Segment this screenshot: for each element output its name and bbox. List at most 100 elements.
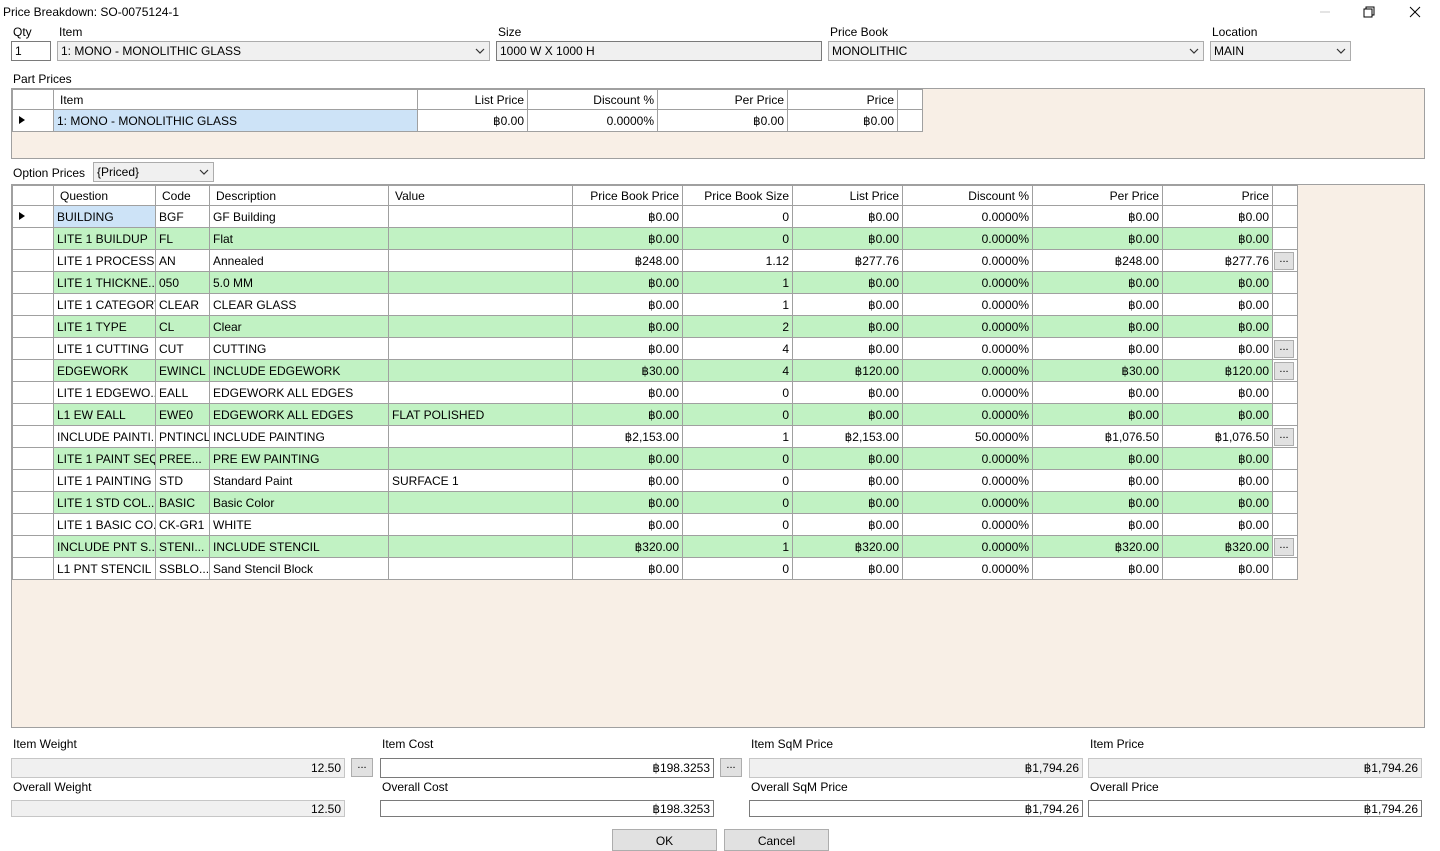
cell-per-price[interactable]: ฿0.00 [1032, 403, 1163, 426]
cell-description[interactable]: EDGEWORK ALL EDGES [209, 381, 389, 404]
cell-code[interactable]: CUT [155, 337, 210, 360]
cell-per-price[interactable]: ฿0.00 [1032, 491, 1163, 514]
cell-list-price[interactable]: ฿320.00 [792, 535, 903, 558]
cell-price-book-price[interactable]: ฿0.00 [572, 513, 683, 536]
row-selector[interactable] [12, 557, 54, 580]
cell-description[interactable]: GF Building [209, 205, 389, 228]
cell-per-price[interactable]: ฿0.00 [1032, 469, 1163, 492]
cell-price-book-size[interactable]: 0 [682, 447, 793, 470]
option-filter-select[interactable]: {Priced} [93, 162, 214, 182]
cell-value[interactable] [388, 227, 573, 250]
cell-price-book-price[interactable]: ฿0.00 [572, 381, 683, 404]
cell-price-book-size[interactable]: 0 [682, 491, 793, 514]
cell-price-book-size[interactable]: 1 [682, 425, 793, 448]
cell-list-price[interactable]: ฿0.00 [792, 491, 903, 514]
col-header-question[interactable]: Question [53, 185, 156, 206]
cell-price-book-price[interactable]: ฿0.00 [572, 557, 683, 580]
row-selector[interactable] [12, 425, 54, 448]
cell-question[interactable]: LITE 1 BASIC CO... [53, 513, 156, 536]
cell-list-price[interactable]: ฿0.00 [792, 469, 903, 492]
cell-code[interactable]: CK-GR1 [155, 513, 210, 536]
cell-code[interactable]: EWE0 [155, 403, 210, 426]
cell-description[interactable]: CLEAR GLASS [209, 293, 389, 316]
cell-value[interactable] [388, 447, 573, 470]
cell-list-price[interactable]: ฿0.00 [792, 557, 903, 580]
cell-price[interactable]: ฿320.00 [1162, 535, 1273, 558]
cell-list-price[interactable]: ฿0.00 [792, 227, 903, 250]
row-selector[interactable] [12, 293, 54, 316]
cell-question[interactable]: LITE 1 CUTTING [53, 337, 156, 360]
cell-price[interactable]: ฿1,076.50 [1162, 425, 1273, 448]
cell-question[interactable]: L1 PNT STENCIL [53, 557, 156, 580]
cell-price-book-price[interactable]: ฿0.00 [572, 337, 683, 360]
cell-discount[interactable]: 0.0000% [902, 337, 1033, 360]
cell-discount[interactable]: 0.0000% [902, 513, 1033, 536]
row-ellipsis-button[interactable]: ... [1274, 362, 1294, 380]
cell-discount[interactable]: 50.0000% [902, 425, 1033, 448]
cell-discount[interactable]: 0.0000% [902, 359, 1033, 382]
row-selector[interactable] [12, 513, 54, 536]
cell-value[interactable] [388, 557, 573, 580]
cell-question[interactable]: LITE 1 BUILDUP [53, 227, 156, 250]
table-row[interactable]: INCLUDE PNT S... STENI... INCLUDE STENCIL ฿… [12, 535, 1298, 558]
col-header-per-price[interactable]: Per Price [1032, 185, 1163, 206]
cell-question[interactable]: LITE 1 STD COL... [53, 491, 156, 514]
cell-per-price[interactable]: ฿0.00 [1032, 381, 1163, 404]
cell-price[interactable]: ฿0.00 [1162, 227, 1273, 250]
table-row[interactable]: INCLUDE PAINTI... PNTINCL INCLUDE PAINTING… [12, 425, 1298, 448]
cell-price-book-size[interactable]: 0 [682, 403, 793, 426]
cell-price[interactable]: ฿0.00 [1162, 469, 1273, 492]
table-row[interactable]: LITE 1 CUTTING CUT CUTTING ฿0.00 4 ฿0.00 0.000… [12, 337, 1298, 360]
cell-description[interactable]: INCLUDE STENCIL [209, 535, 389, 558]
cell-value[interactable] [388, 249, 573, 272]
cell-price[interactable]: ฿0.00 [1162, 271, 1273, 294]
row-selector[interactable] [12, 271, 54, 294]
price-book-select[interactable]: MONOLITHIC [828, 41, 1204, 61]
col-header-list-price[interactable]: List Price [792, 185, 903, 206]
item-sqm-price-field[interactable]: ฿1,794.26 [749, 758, 1083, 778]
item-cost-field[interactable]: ฿198.3253 [380, 758, 714, 778]
cell-per-price[interactable]: ฿0.00 [1032, 557, 1163, 580]
row-selector[interactable] [12, 227, 54, 250]
cell-item[interactable]: 1: MONO - MONOLITHIC GLASS [53, 109, 418, 132]
cell-description[interactable]: PRE EW PAINTING [209, 447, 389, 470]
table-row[interactable]: 1: MONO - MONOLITHIC GLASS ฿0.00 0.0000%… [12, 109, 923, 132]
cell-price-book-price[interactable]: ฿0.00 [572, 205, 683, 228]
row-selector[interactable] [12, 491, 54, 514]
cell-discount[interactable]: 0.0000% [902, 293, 1033, 316]
row-ellipsis-button[interactable]: ... [1274, 252, 1294, 270]
cell-price-book-price[interactable]: ฿0.00 [572, 447, 683, 470]
cell-list-price[interactable]: ฿277.76 [792, 249, 903, 272]
cell-list-price[interactable]: ฿0.00 [792, 513, 903, 536]
cell-discount[interactable]: 0.0000% [902, 469, 1033, 492]
cell-price[interactable]: ฿0.00 [1162, 403, 1273, 426]
cell-description[interactable]: EDGEWORK ALL EDGES [209, 403, 389, 426]
cell-price-book-size[interactable]: 1 [682, 535, 793, 558]
cell-per-price[interactable]: ฿0.00 [1032, 293, 1163, 316]
cell-value[interactable] [388, 205, 573, 228]
table-row[interactable]: LITE 1 BUILDUP FL Flat ฿0.00 0 ฿0.00 0.0000% ฿0… [12, 227, 1298, 250]
table-row[interactable]: LITE 1 STD COL... BASIC Basic Color ฿0.00 0 ฿… [12, 491, 1298, 514]
table-row[interactable]: LITE 1 PAINT SEQ PREE... PRE EW PAINTING ฿0… [12, 447, 1298, 470]
row-selector[interactable] [12, 249, 54, 272]
col-header-price[interactable]: Price [1162, 185, 1273, 206]
cell-per-price[interactable]: ฿0.00 [1032, 271, 1163, 294]
cell-price[interactable]: ฿0.00 [1162, 205, 1273, 228]
table-row[interactable]: L1 EW EALL EWE0 EDGEWORK ALL EDGES FLAT POL… [12, 403, 1298, 426]
row-selector[interactable] [12, 535, 54, 558]
row-selector[interactable] [12, 447, 54, 470]
cell-price-book-price[interactable]: ฿0.00 [572, 403, 683, 426]
cell-list-price[interactable]: ฿0.00 [792, 315, 903, 338]
cell-code[interactable]: 050 [155, 271, 210, 294]
cell-description[interactable]: 5.0 MM [209, 271, 389, 294]
cell-discount[interactable]: 0.0000% [902, 205, 1033, 228]
table-row[interactable]: L1 PNT STENCIL SSBLO... Sand Stencil Block… [12, 557, 1298, 580]
col-header-per-price[interactable]: Per Price [657, 89, 788, 110]
cell-description[interactable]: Clear [209, 315, 389, 338]
cell-description[interactable]: Basic Color [209, 491, 389, 514]
cell-price[interactable]: ฿277.76 [1162, 249, 1273, 272]
cell-list-price[interactable]: ฿0.00 [792, 205, 903, 228]
cell-price-book-size[interactable]: 4 [682, 337, 793, 360]
cell-price-book-price[interactable]: ฿248.00 [572, 249, 683, 272]
cell-value[interactable] [388, 425, 573, 448]
